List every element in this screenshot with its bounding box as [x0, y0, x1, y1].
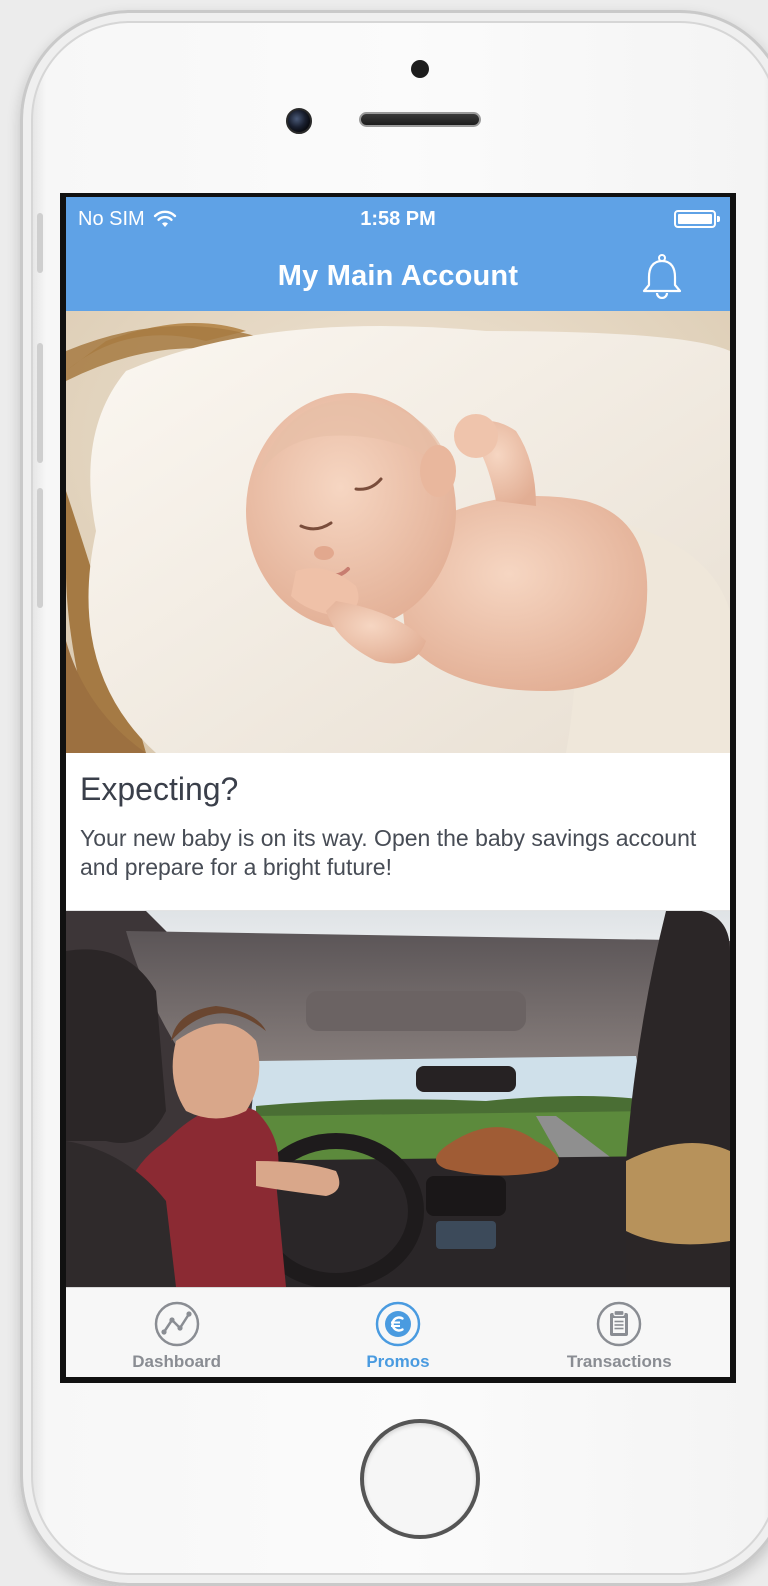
tab-bar: Dashboard Promos Transactions	[66, 1287, 730, 1377]
mute-switch	[37, 213, 43, 273]
proximity-sensor	[411, 60, 429, 78]
promo-description: Your new baby is on its way. Open the ba…	[80, 825, 697, 880]
app-screen: No SIM 1:58 PM My Main Account Expecting…	[66, 197, 730, 1377]
volume-up-button	[37, 343, 43, 463]
status-bar: No SIM 1:58 PM	[66, 197, 730, 241]
tab-label: Dashboard	[132, 1352, 222, 1371]
home-button[interactable]	[360, 1419, 480, 1539]
chart-line-icon	[154, 1301, 199, 1347]
tab-transactions[interactable]: Transactions	[509, 1288, 730, 1377]
bell-icon[interactable]	[640, 253, 684, 299]
promo-card-roadtrip[interactable]	[66, 911, 730, 1287]
promo-image-roadtrip	[66, 911, 730, 1287]
tab-label: Transactions	[566, 1352, 672, 1371]
promo-text: Expecting? Your new baby is on its way. …	[66, 753, 730, 911]
wifi-icon	[153, 210, 176, 227]
promo-title: Expecting?	[80, 771, 239, 807]
tab-promos[interactable]: Promos	[287, 1288, 508, 1377]
volume-down-button	[37, 488, 43, 608]
carrier-label: No SIM	[78, 207, 145, 230]
tab-dashboard[interactable]: Dashboard	[66, 1288, 287, 1377]
promo-card-baby[interactable]: Expecting? Your new baby is on its way. …	[66, 311, 730, 911]
promo-image-baby	[66, 311, 730, 753]
earpiece-speaker	[359, 112, 481, 127]
promo-list[interactable]: Expecting? Your new baby is on its way. …	[66, 311, 730, 1287]
euro-icon	[375, 1301, 421, 1347]
clipboard-icon	[597, 1301, 642, 1347]
nav-bar: My Main Account	[66, 241, 730, 311]
page-title: My Main Account	[277, 259, 519, 292]
tab-label: Promos	[366, 1352, 430, 1371]
front-camera	[286, 108, 312, 134]
phone-screen: No SIM 1:58 PM My Main Account Expecting…	[60, 193, 736, 1383]
battery-icon	[674, 210, 720, 228]
